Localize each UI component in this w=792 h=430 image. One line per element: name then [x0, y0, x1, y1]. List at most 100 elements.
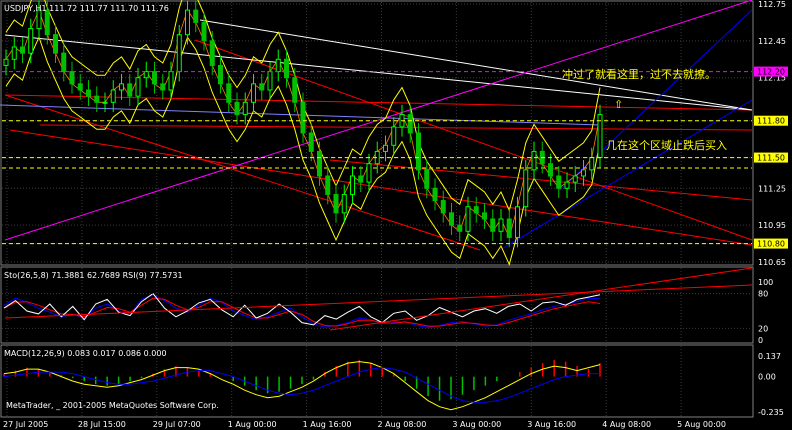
- copyright-label: MetaTrader, _ 2001-2005 MetaQuotes Softw…: [6, 401, 219, 410]
- candle-body: [317, 150, 322, 177]
- candle-body: [506, 218, 512, 238]
- candle-body: [424, 169, 430, 189]
- candle-body: [498, 218, 504, 232]
- candle-body: [152, 71, 157, 85]
- time-tick-label: 3 Aug 00:00: [452, 420, 501, 429]
- candle-body: [44, 9, 50, 36]
- time-tick-label: 28 Jul 15:00: [78, 420, 126, 429]
- candle-body: [564, 181, 570, 189]
- candle-body: [482, 212, 487, 220]
- candle-body: [308, 132, 314, 152]
- candle-body: [168, 71, 174, 91]
- candle-body: [581, 169, 586, 177]
- sto-tick-label: 100: [758, 278, 773, 287]
- macd-tick-label: 0.137: [758, 352, 781, 361]
- candle-body: [218, 64, 223, 85]
- candle-body: [473, 206, 479, 214]
- sto-series-line: [3, 292, 601, 326]
- trend-line: [4, 0, 753, 241]
- candle-body: [176, 34, 182, 73]
- candle-body: [383, 144, 388, 152]
- time-tick-label: 4 Aug 08:00: [602, 420, 651, 429]
- time-tick-label: 29 Jul 07:00: [153, 420, 201, 429]
- price-tick-label: 110.95: [758, 221, 786, 230]
- candle-body: [119, 83, 124, 91]
- time-tick-label: 1 Aug 00:00: [228, 420, 277, 429]
- price-tick-label: 110.65: [758, 258, 786, 267]
- candle-body: [333, 193, 339, 214]
- candle-body: [325, 175, 331, 195]
- candle-body: [160, 83, 166, 91]
- candle-body: [209, 40, 215, 66]
- price-level-value: 111.50: [757, 154, 785, 163]
- candle-body: [251, 83, 256, 103]
- sto-tick-label: 0: [758, 336, 763, 345]
- candle-body: [531, 150, 537, 171]
- candle-body: [94, 95, 100, 103]
- candle-body: [432, 187, 438, 202]
- sto-tick-label: 80: [758, 290, 768, 299]
- candle-body: [53, 34, 58, 54]
- candle-body: [275, 58, 281, 73]
- candle-body: [300, 101, 306, 134]
- candle-body: [127, 83, 133, 97]
- macd-tick-label: -0.235: [758, 408, 784, 417]
- candle-body: [3, 58, 9, 66]
- candle-body: [69, 71, 75, 85]
- sto-trend-line: [4, 284, 753, 319]
- up-arrow-icon: ⇧: [614, 98, 623, 111]
- candle-body: [61, 52, 67, 73]
- candle-body: [201, 21, 207, 42]
- candle-body: [366, 163, 372, 183]
- trend-lines[interactable]: [0, 0, 753, 251]
- candle-body: [572, 175, 578, 183]
- trend-line: [4, 94, 753, 111]
- candle-body: [449, 212, 454, 226]
- candle-body: [490, 218, 496, 232]
- candle-body: [234, 101, 240, 116]
- price-level-value: 111.80: [757, 117, 785, 126]
- candle-body: [77, 83, 83, 91]
- macd-tick-label: 0.00: [758, 373, 776, 382]
- price-tick-label: 111.25: [758, 184, 786, 193]
- candle-body: [20, 46, 25, 54]
- candle-body: [28, 28, 34, 54]
- macd-header: MACD(12,26,9) 0.083 0.017 0.086 0.000: [4, 349, 167, 358]
- candle-body: [341, 193, 347, 214]
- time-axis: 27 Jul 2005 28 Jul 15:00 29 Jul 07:00 1 Aug…: [3, 420, 726, 429]
- candle-body: [391, 126, 397, 146]
- candle-body: [358, 175, 364, 183]
- candle-body: [407, 114, 413, 134]
- candle-body: [589, 157, 595, 171]
- candle-body: [242, 101, 248, 116]
- candle-body: [350, 175, 355, 195]
- time-tick-label: 5 Aug 00:00: [677, 420, 726, 429]
- candle-body: [185, 9, 190, 36]
- time-tick-label: 1 Aug 16:00: [303, 420, 352, 429]
- candle-body: [102, 101, 108, 104]
- price-tick-label: 112.75: [758, 0, 786, 9]
- candle-body: [86, 89, 91, 97]
- candle-body: [135, 77, 141, 97]
- candle-body: [440, 200, 446, 214]
- chart-canvas[interactable]: 112.75112.45112.15111.80111.50111.25110.…: [0, 0, 792, 430]
- price-level-value: 110.80: [757, 240, 785, 249]
- sto-series-line: [3, 297, 601, 327]
- candle-body: [515, 206, 520, 238]
- candle-body: [548, 163, 553, 177]
- candle-body: [226, 83, 232, 103]
- candle-body: [143, 71, 149, 79]
- candle-body: [11, 46, 17, 60]
- candle-body: [556, 175, 562, 189]
- trend-line: [329, 159, 753, 201]
- upper-annotation: 冲过了就看这里，过不去就撩。: [562, 67, 716, 81]
- price-tick-label: 112.45: [758, 37, 786, 46]
- candle-body: [416, 132, 421, 171]
- candle-body: [465, 206, 471, 232]
- sto-tick-label: 20: [758, 324, 768, 333]
- chart-window: 112.75112.45112.15111.80111.50111.25110.…: [0, 0, 792, 430]
- time-tick-label: 2 Aug 08:00: [378, 420, 427, 429]
- candle-body: [292, 77, 298, 103]
- candle-body: [457, 224, 463, 232]
- sto-trend-line: [329, 267, 753, 331]
